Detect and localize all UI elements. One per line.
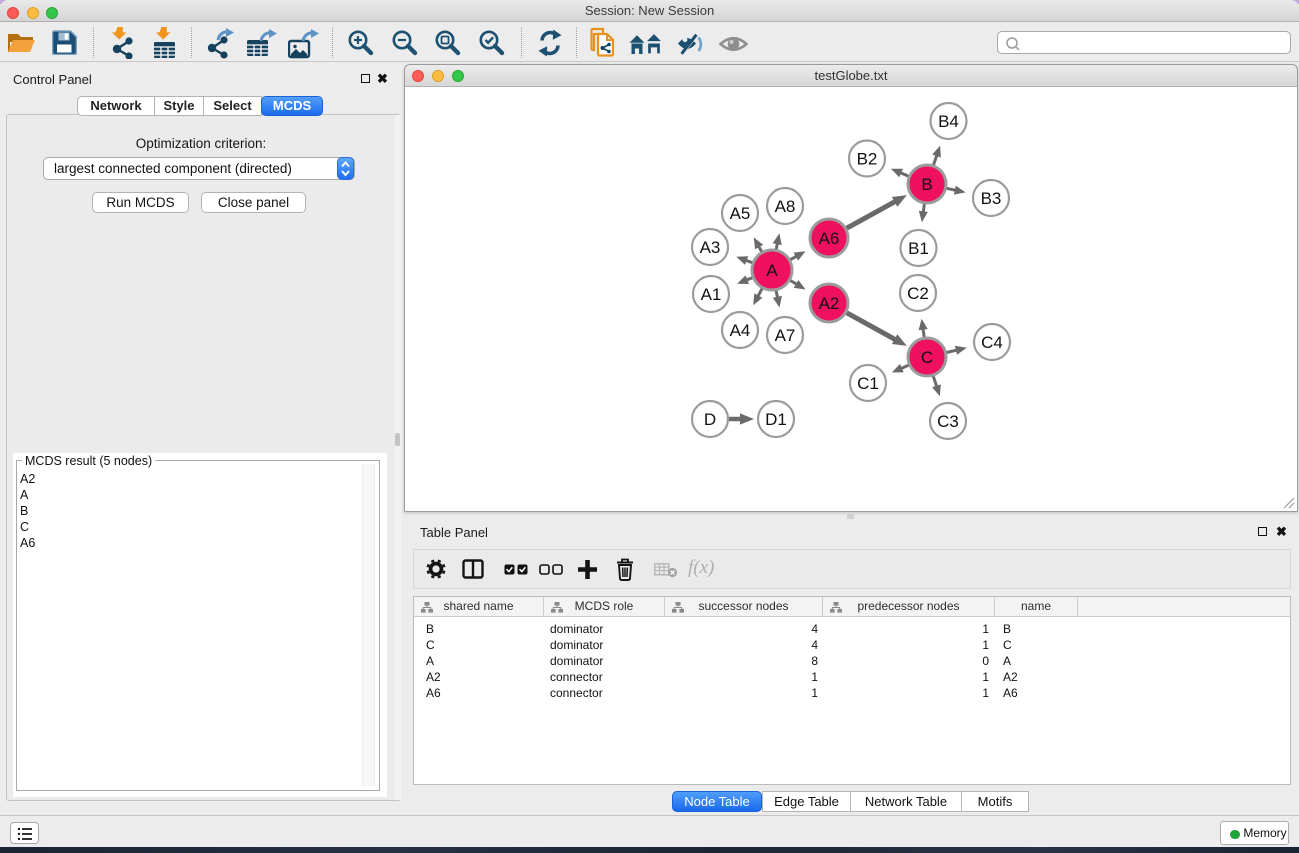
svg-text:A7: A7 <box>775 326 796 345</box>
svg-text:A5: A5 <box>730 204 751 223</box>
svg-text:C2: C2 <box>907 284 929 303</box>
svg-text:D1: D1 <box>765 410 787 429</box>
svg-text:C3: C3 <box>937 412 959 431</box>
svg-text:A2: A2 <box>819 294 840 313</box>
svg-text:A1: A1 <box>701 285 722 304</box>
svg-text:C4: C4 <box>981 333 1003 352</box>
svg-text:C: C <box>921 348 933 367</box>
svg-text:C1: C1 <box>857 374 879 393</box>
svg-text:B1: B1 <box>908 239 929 258</box>
svg-text:A4: A4 <box>730 321 751 340</box>
svg-text:A3: A3 <box>700 238 721 257</box>
svg-text:A8: A8 <box>775 197 796 216</box>
svg-text:B: B <box>921 175 932 194</box>
svg-text:A6: A6 <box>819 229 840 248</box>
svg-text:B2: B2 <box>857 150 878 169</box>
svg-text:B3: B3 <box>981 189 1002 208</box>
svg-text:A: A <box>766 261 778 280</box>
svg-text:B4: B4 <box>938 112 959 131</box>
svg-text:D: D <box>704 410 716 429</box>
